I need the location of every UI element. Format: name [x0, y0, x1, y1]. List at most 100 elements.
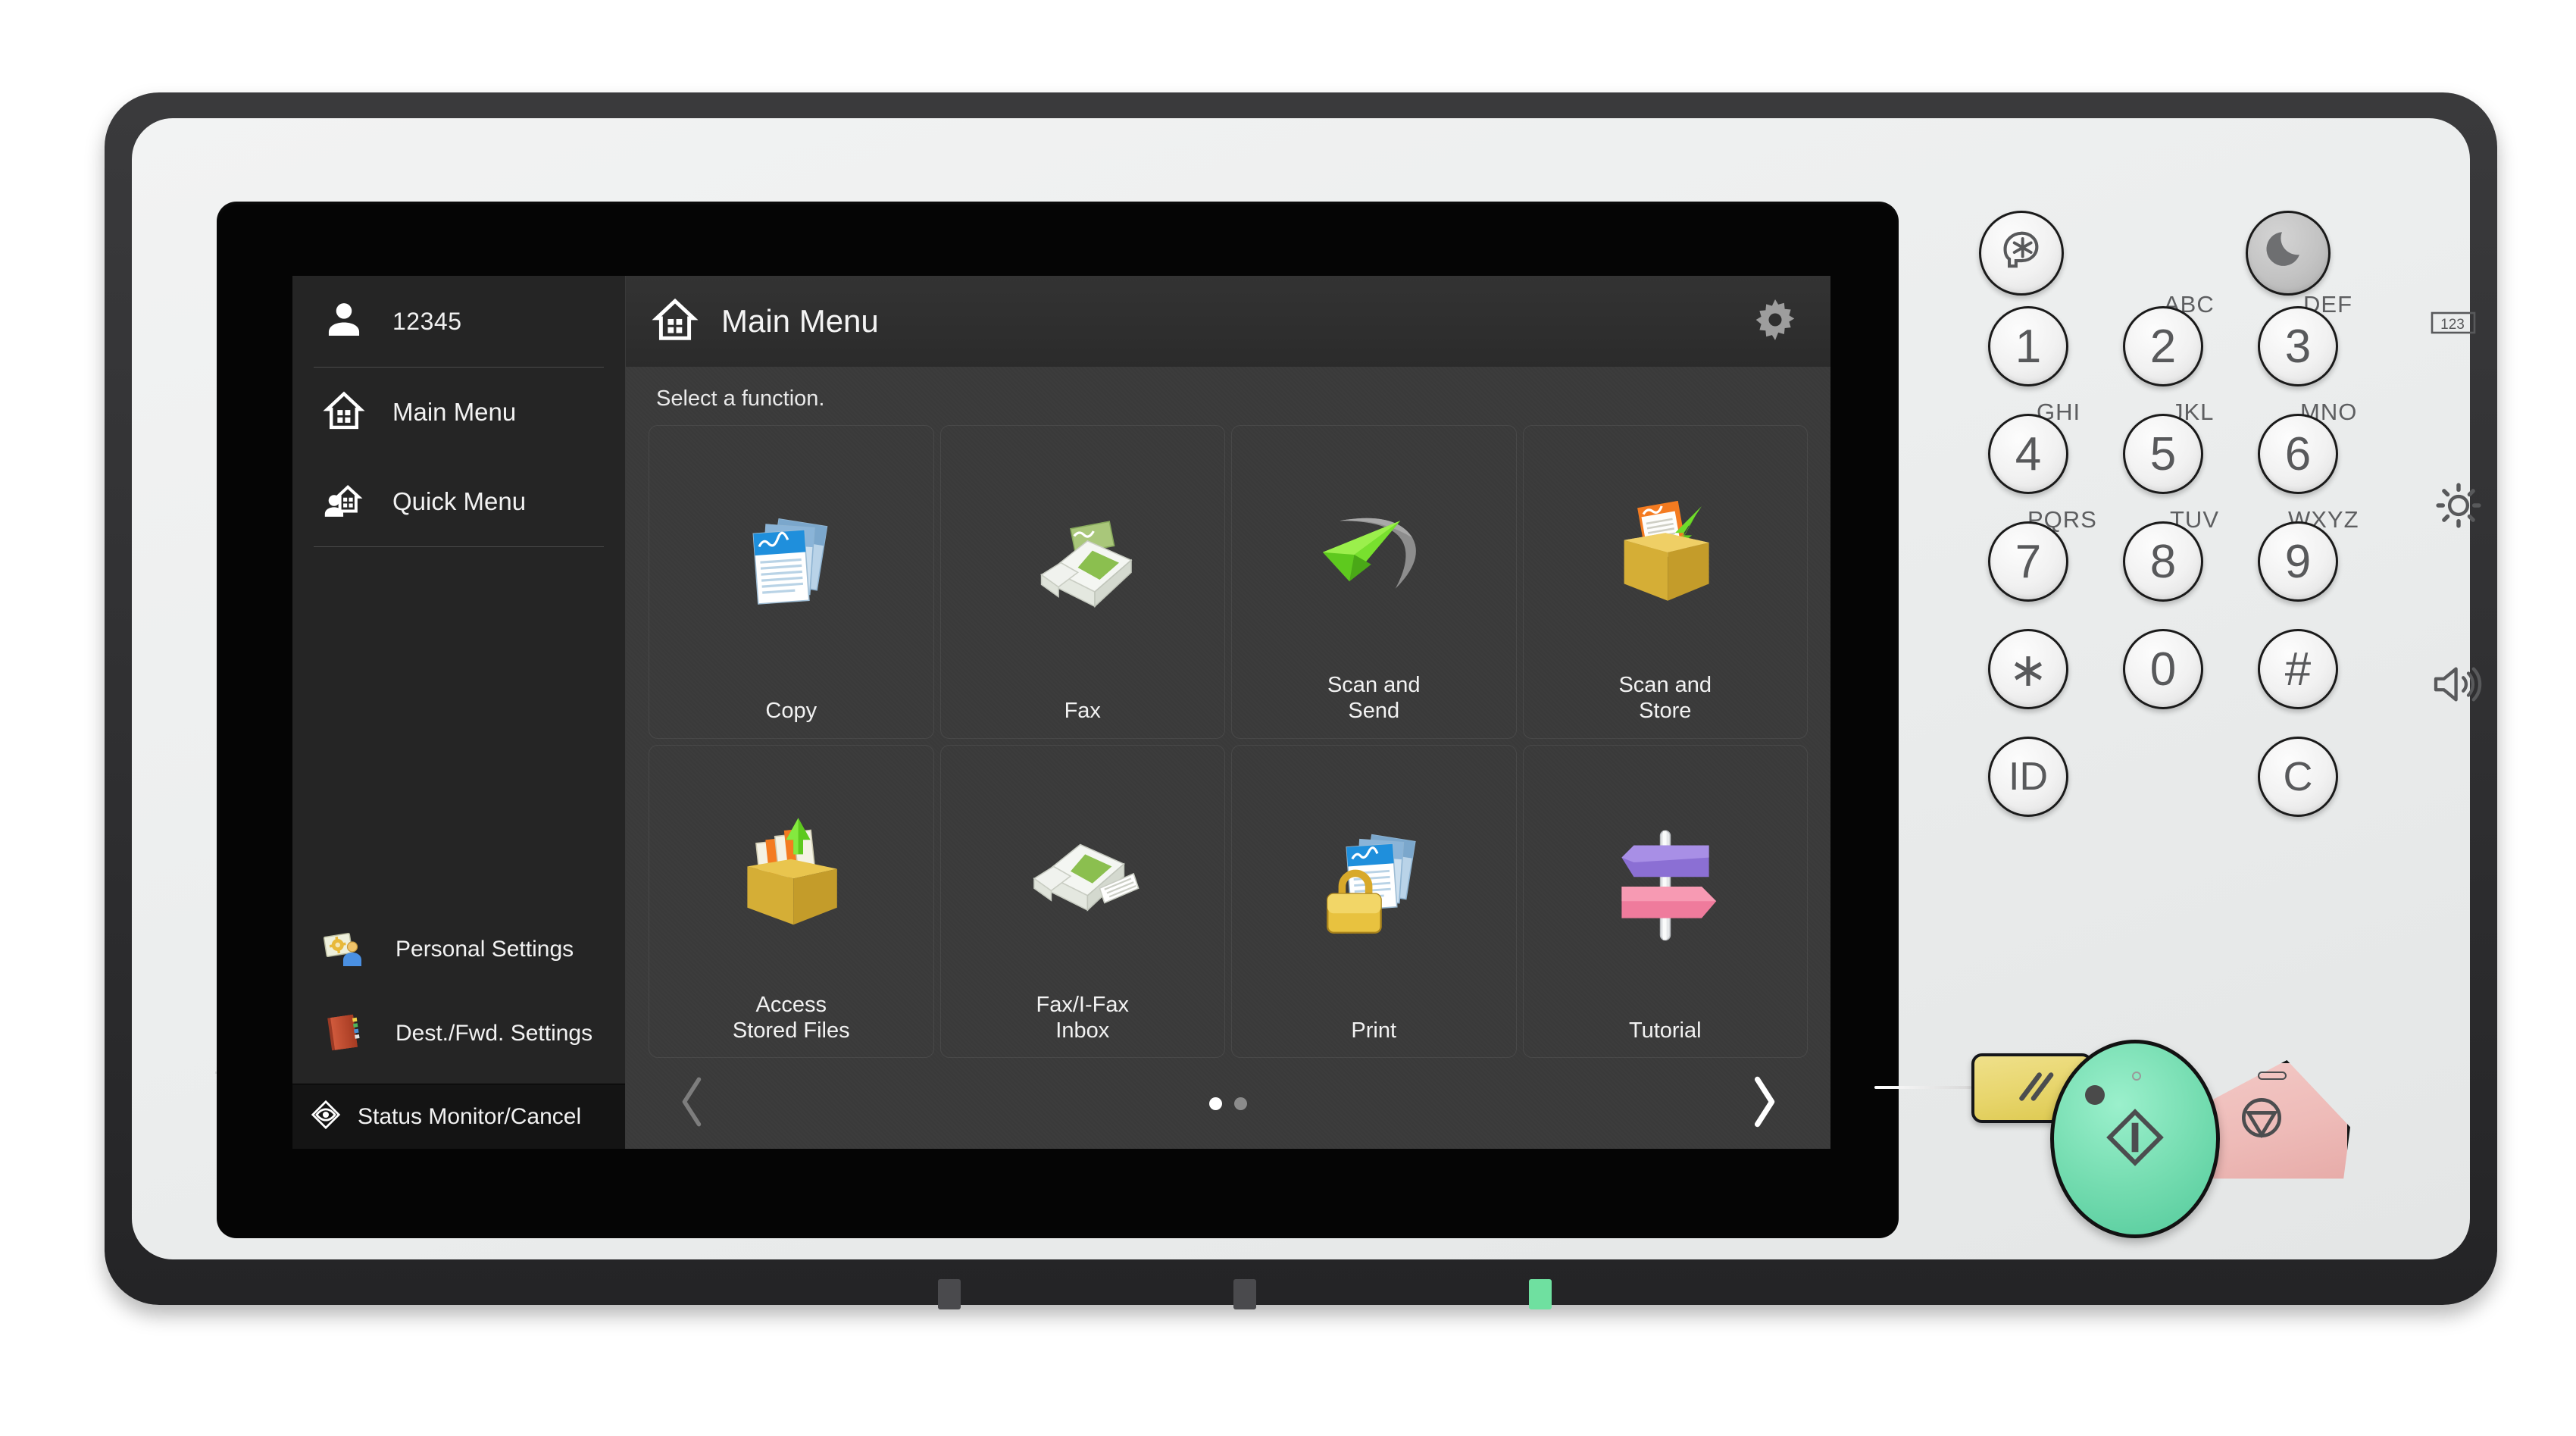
key-digit: 7	[2015, 535, 2042, 588]
tile-scan-and-send[interactable]: Scan and Send	[1231, 425, 1517, 739]
energy-saver-button[interactable]	[1979, 211, 2064, 296]
file-box-icon	[649, 756, 933, 992]
sidebar-item-main-menu[interactable]: Main Menu	[292, 368, 625, 457]
page-dot[interactable]	[1234, 1097, 1247, 1110]
key-label: ID	[2009, 755, 2048, 799]
sidebar: 12345 Main Menu Quick Menu Personal Sett…	[292, 276, 626, 1149]
key-2[interactable]: 2	[2123, 306, 2203, 386]
tile-copy[interactable]: Copy	[649, 425, 934, 739]
key-digit: 9	[2284, 535, 2312, 588]
touchscreen-ui: 12345 Main Menu Quick Menu Personal Sett…	[292, 276, 1830, 1149]
key-digit: 3	[2284, 320, 2312, 373]
key-hash[interactable]: #	[2258, 629, 2338, 709]
tile-label: Copy	[765, 699, 818, 724]
title-bar: Main Menu	[626, 276, 1830, 367]
start-led-secondary	[2132, 1072, 2141, 1081]
bottom-connector-tab	[1233, 1279, 1256, 1309]
key-8[interactable]: 8	[2123, 521, 2203, 602]
home-icon	[323, 390, 365, 436]
key-5[interactable]: 5	[2123, 414, 2203, 494]
numeric-123-icon: 123	[2431, 309, 2476, 340]
tile-label: Print	[1351, 1018, 1397, 1043]
tile-label: Scan and Send	[1327, 673, 1421, 724]
key-digit: 1	[2015, 320, 2042, 373]
address-book-icon	[323, 1009, 368, 1059]
sidebar-item-dest-fwd-settings[interactable]: Dest./Fwd. Settings	[292, 994, 625, 1084]
tile-label: Tutorial	[1628, 1018, 1702, 1043]
key-asterisk[interactable]: ∗	[1988, 629, 2068, 709]
key-9[interactable]: 9	[2258, 521, 2338, 602]
tile-fax[interactable]: Fax	[939, 425, 1225, 739]
key-label: C	[2283, 754, 2313, 799]
stop-circle-icon	[2237, 1093, 2287, 1147]
sidebar-item-label: Dest./Fwd. Settings	[395, 1020, 593, 1046]
volume-icon	[2432, 662, 2484, 710]
moon-icon	[2264, 224, 2312, 283]
tile-label: Scan and Store	[1618, 673, 1712, 724]
tile-label: Fax	[1064, 699, 1101, 724]
tile-label: Fax/I-Fax Inbox	[1036, 992, 1129, 1043]
key-id[interactable]: ID	[1988, 737, 2068, 817]
reset-slashes-icon	[2002, 1066, 2062, 1111]
start-button[interactable]	[2050, 1040, 2220, 1238]
key-1[interactable]: 1	[1988, 306, 2068, 386]
tile-print[interactable]: Print	[1231, 744, 1517, 1058]
documents-blue-icon	[649, 436, 933, 698]
energy-saver-icon	[1996, 223, 2046, 284]
key-3[interactable]: 3	[2258, 306, 2338, 386]
eye-diamond-icon	[309, 1098, 342, 1135]
key-4[interactable]: 4	[1988, 414, 2068, 494]
sleep-button[interactable]	[2246, 211, 2331, 296]
fax-machine-icon	[941, 436, 1225, 698]
user-icon	[323, 299, 365, 345]
page-title: Main Menu	[721, 303, 879, 339]
start-diamond-icon	[2099, 1101, 2171, 1178]
sidebar-item-quick-menu[interactable]: Quick Menu	[292, 457, 625, 546]
fax-inbox-icon	[941, 756, 1225, 992]
tile-fax-ifax-inbox[interactable]: Fax/I-Fax Inbox	[939, 744, 1225, 1058]
control-panel-face: 12345 Main Menu Quick Menu Personal Sett…	[132, 118, 2482, 1259]
content-area: Select a function. Copy Fax Scan and Sen…	[626, 367, 1830, 1149]
key-digit: 0	[2149, 643, 2177, 696]
tile-tutorial[interactable]: Tutorial	[1522, 744, 1808, 1058]
brightness-icon	[2435, 482, 2482, 533]
key-7[interactable]: 7	[1988, 521, 2068, 602]
sidebar-item-personal-settings[interactable]: Personal Settings	[292, 905, 625, 994]
status-monitor-cancel-button[interactable]: Status Monitor/Cancel	[292, 1084, 625, 1149]
home-icon	[652, 296, 699, 347]
key-0[interactable]: 0	[2123, 629, 2203, 709]
documents-lock-icon	[1232, 756, 1516, 1018]
page-dots	[1209, 1097, 1247, 1110]
chevron-right-icon[interactable]	[1744, 1075, 1784, 1133]
instruction-text: Select a function.	[656, 386, 825, 411]
sidebar-user-row[interactable]: 12345	[292, 276, 625, 367]
sidebar-item-label: Quick Menu	[392, 486, 527, 515]
tile-scan-and-store[interactable]: Scan and Store	[1522, 425, 1808, 739]
tile-label: Access Stored Files	[732, 992, 850, 1043]
reset-trace-line	[1874, 1086, 1971, 1089]
key-clear[interactable]: C	[2258, 737, 2338, 817]
svg-text:123: 123	[2440, 317, 2465, 333]
stop-indicator-slot	[2258, 1072, 2287, 1080]
function-grid: Copy Fax Scan and Send Scan and Store Ac…	[647, 425, 1809, 1058]
page-dot-active[interactable]	[1209, 1097, 1222, 1110]
pagination	[647, 1058, 1809, 1149]
box-in-arrow-icon	[1524, 436, 1808, 672]
sidebar-item-label: Main Menu	[392, 397, 517, 426]
touchscreen-bezel: 12345 Main Menu Quick Menu Personal Sett…	[217, 202, 1899, 1238]
sidebar-item-label: Personal Settings	[395, 936, 574, 962]
gear-icon[interactable]	[1750, 295, 1800, 349]
key-digit: 8	[2149, 535, 2177, 588]
bottom-connector-tab-green	[1529, 1279, 1552, 1309]
printer-device-body: 12345 Main Menu Quick Menu Personal Sett…	[105, 92, 2497, 1309]
signpost-icon	[1524, 756, 1808, 1018]
key-digit: 4	[2015, 427, 2042, 480]
main-pane: Main Menu Select a function. Copy Fax Sc…	[626, 276, 1830, 1149]
paper-plane-icon	[1232, 436, 1516, 672]
key-6[interactable]: 6	[2258, 414, 2338, 494]
chevron-left-icon[interactable]	[673, 1075, 712, 1133]
tile-access-stored-files[interactable]: Access Stored Files	[649, 744, 934, 1058]
personal-settings-icon	[323, 925, 368, 975]
key-digit: ∗	[2009, 643, 2048, 696]
